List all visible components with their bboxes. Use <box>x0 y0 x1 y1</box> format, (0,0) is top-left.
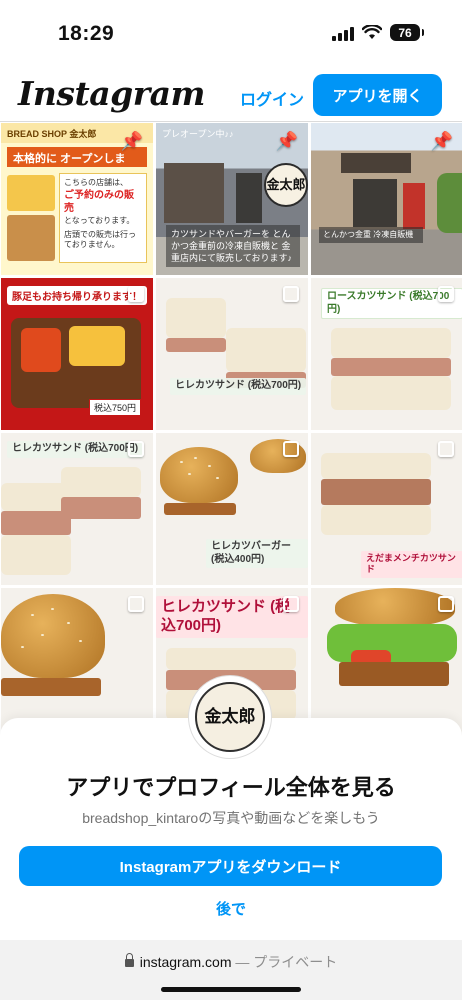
cellular-signal-icon <box>332 25 354 41</box>
profile-avatar: 金太郎 <box>189 676 271 758</box>
post-tile[interactable]: とんかつ金重 冷凍自販機 📌 <box>311 123 462 275</box>
post-tile[interactable]: ヒレカツサンド (税込700円) <box>1 433 153 585</box>
post-tile[interactable]: えだまメンチカツサンド <box>311 433 462 585</box>
shop-sign <box>341 153 411 173</box>
multiple-photos-icon <box>283 286 299 302</box>
sheet-subtitle: breadshop_kintaroの写真や動画などを楽しもう <box>82 810 380 826</box>
sandwich <box>226 328 306 372</box>
building-wall <box>164 163 224 223</box>
battery-icon: 76 <box>390 24 424 41</box>
multiple-photos-icon <box>128 286 144 302</box>
vending-machine <box>403 183 425 229</box>
private-label: プライベート <box>253 954 338 970</box>
sandwich <box>321 505 431 535</box>
post-caption: プレオープン中♪♪ <box>162 129 234 139</box>
download-app-button[interactable]: Instagramアプリをダウンロード <box>19 846 442 886</box>
multiple-photos-icon <box>128 596 144 612</box>
sandwich <box>61 467 141 497</box>
food-package <box>11 318 141 408</box>
burger-bun <box>335 588 455 626</box>
store-logo: 金太郎 <box>264 163 308 207</box>
multiple-photos-icon <box>438 286 454 302</box>
url-display[interactable]: instagram.com — プライベート <box>0 952 462 972</box>
flyer-photo <box>7 215 55 261</box>
post-tile[interactable]: BREAD SHOP 金太郎 本格的に オープンしま こちらの店舗は、 ご予約の… <box>1 123 153 275</box>
building-door <box>236 173 262 223</box>
instagram-logo[interactable]: Instagram <box>18 74 205 113</box>
post-tile[interactable]: 豚足もお持ち帰り承ります！ 税込750円 <box>1 278 153 430</box>
post-label: ヒレカツバーガー (税込400円) <box>206 539 308 568</box>
sheet-title: アプリでプロフィール全体を見る <box>66 775 396 800</box>
post-tile[interactable]: ヒレカツサンド (税込700円) <box>156 278 308 430</box>
pinned-icon: 📌 <box>430 131 453 151</box>
status-bar: 18:29 76 <box>0 0 462 70</box>
flyer-photo <box>7 175 55 211</box>
login-link[interactable]: ログイン <box>240 86 304 110</box>
pinned-icon: 📌 <box>120 131 143 151</box>
post-label: えだまメンチカツサンド <box>361 551 462 578</box>
burger-bun <box>1 594 105 678</box>
open-app-button[interactable]: アプリを開く <box>313 74 442 116</box>
post-label: 豚足もお持ち帰り承ります！ <box>7 286 147 305</box>
clock: 18:29 <box>58 22 115 45</box>
sandwich <box>166 298 226 338</box>
sandwich <box>331 376 451 410</box>
post-caption: カツサンドやバーガーを とんかつ金重前の冷凍自販機と 金重店内にて販売しておりま… <box>166 224 300 267</box>
cutlet <box>331 358 451 376</box>
post-tile[interactable]: ロースカツサンド (税込700円) <box>311 278 462 430</box>
multiple-photos-icon <box>128 441 144 457</box>
shrubs <box>437 173 462 233</box>
later-button[interactable]: 後で <box>0 898 462 919</box>
sandwich <box>321 453 431 479</box>
pinned-icon: 📌 <box>275 131 298 151</box>
post-label: ヒレカツサンド (税込700円) <box>7 441 144 458</box>
multiple-photos-icon <box>438 596 454 612</box>
multiple-photos-icon <box>283 596 299 612</box>
post-grid: BREAD SHOP 金太郎 本格的に オープンしま こちらの店舗は、 ご予約の… <box>0 123 462 743</box>
status-icons: 76 <box>332 24 424 41</box>
profile-avatar-logo: 金太郎 <box>195 682 265 752</box>
post-tile[interactable]: プレオープン中♪♪ 金太郎 カツサンドやバーガーを とんかつ金重前の冷凍自販機と… <box>156 123 308 275</box>
post-caption: とんかつ金重 冷凍自販機 <box>319 227 423 244</box>
home-indicator[interactable] <box>161 987 301 992</box>
cutlet <box>164 503 236 515</box>
post-tile[interactable]: ヒレカツバーガー (税込400円) <box>156 433 308 585</box>
cutlet <box>321 479 431 505</box>
multiple-photos-icon <box>438 441 454 457</box>
cutlet <box>339 662 449 686</box>
post-label: ヒレカツサンド (税込700円) <box>170 378 307 395</box>
cutlet <box>61 497 141 519</box>
multiple-photos-icon <box>283 441 299 457</box>
lettuce <box>327 624 457 662</box>
flyer-notice: こちらの店舗は、 ご予約のみの販売 となっております。 店頭での販売は行っており… <box>59 173 147 263</box>
wifi-icon <box>362 25 382 39</box>
sandwich <box>1 535 71 575</box>
browser-url-bar[interactable]: instagram.com — プライベート <box>0 940 462 1000</box>
shop-door <box>353 179 397 227</box>
lock-icon <box>124 953 134 967</box>
url-separator: — <box>235 954 250 970</box>
cutlet <box>166 338 226 352</box>
burger-bun <box>160 447 238 503</box>
cutlet <box>1 678 101 696</box>
instagram-header: Instagram ログイン アプリを開く <box>0 70 462 122</box>
url-text: instagram.com <box>139 954 232 970</box>
sandwich <box>166 648 296 670</box>
price-tag: 税込750円 <box>88 399 141 416</box>
sandwich <box>331 328 451 358</box>
